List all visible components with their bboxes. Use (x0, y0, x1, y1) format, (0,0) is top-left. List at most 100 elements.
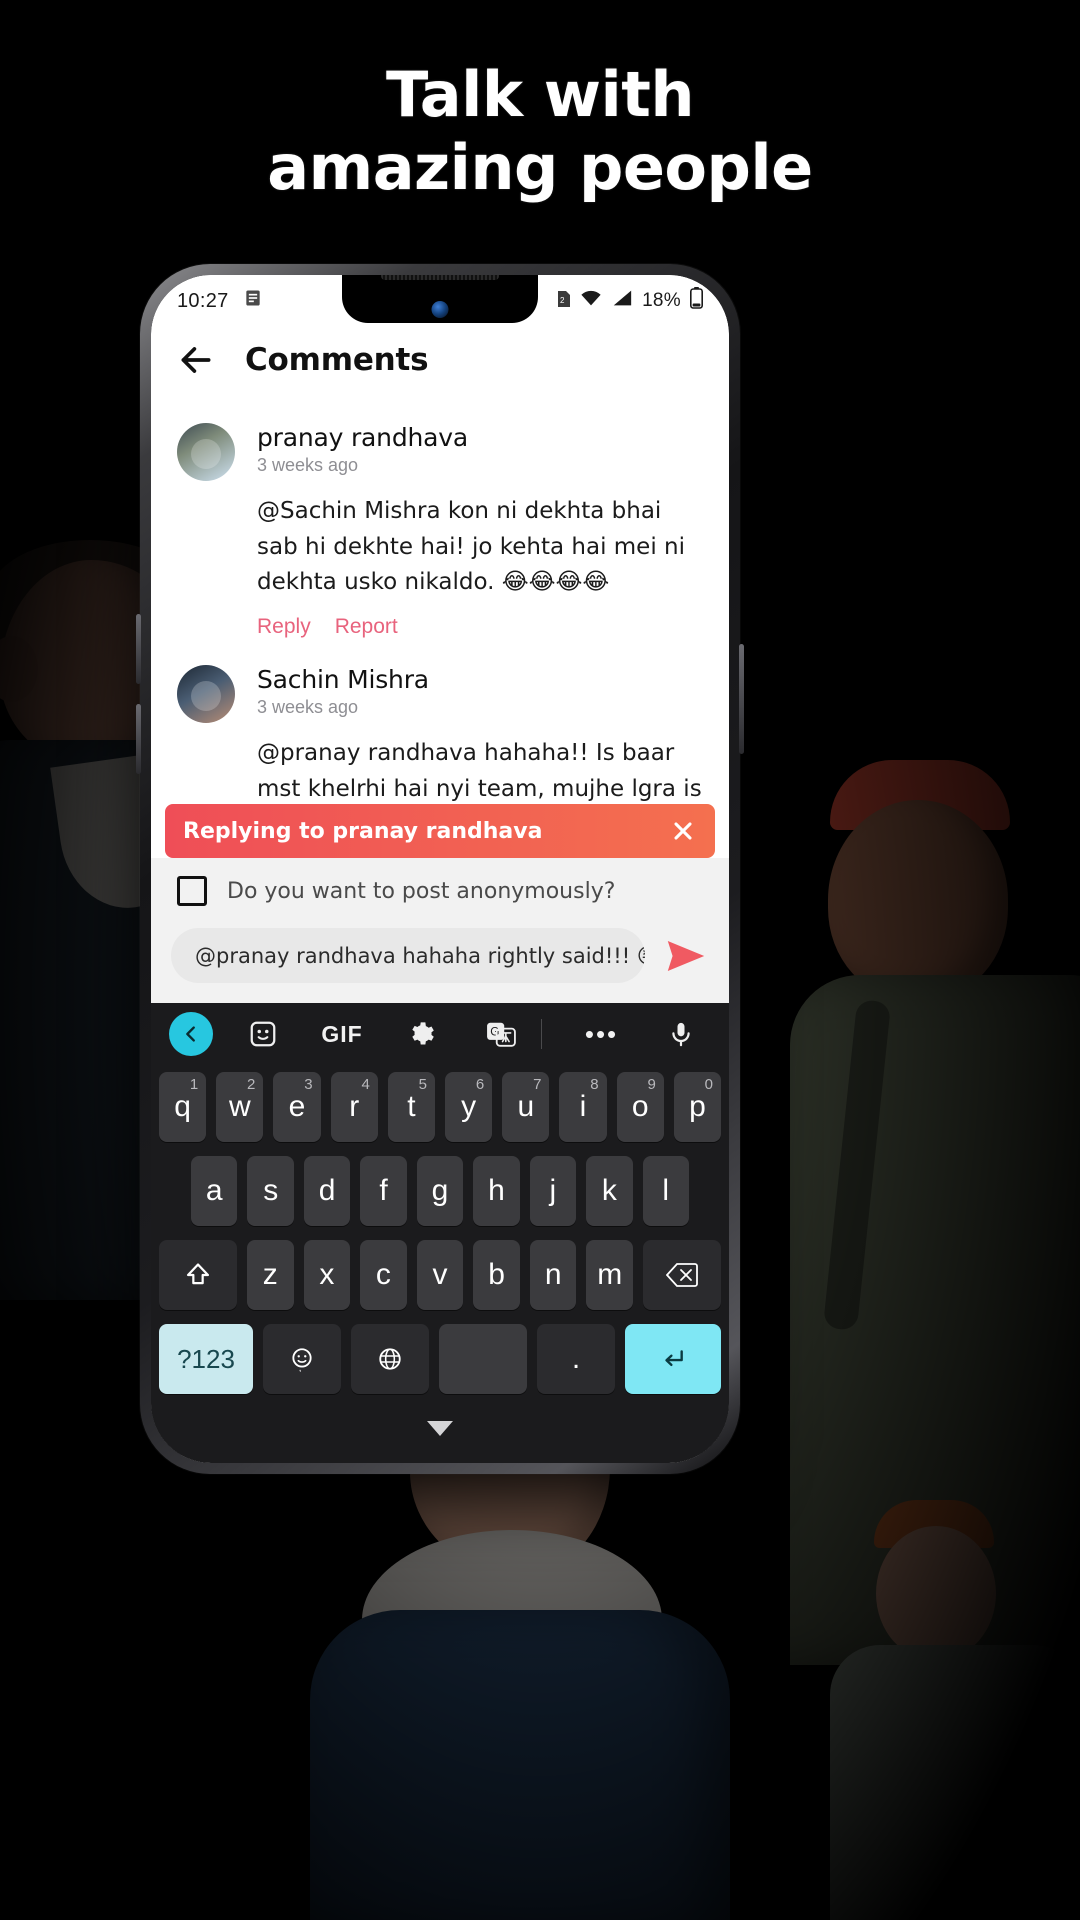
key-t-number: 5 (418, 1076, 427, 1093)
key-t-label: t (407, 1090, 416, 1123)
signal-icon (611, 289, 633, 313)
page-title: Comments (245, 342, 429, 378)
reply-link[interactable]: Reply (257, 615, 311, 639)
microphone-icon[interactable] (651, 1012, 711, 1056)
key-p-number: 0 (704, 1076, 714, 1093)
close-icon[interactable] (669, 817, 697, 845)
keyboard-row-2: a s d f g h j k l (151, 1149, 729, 1233)
app-screen: 10:27 2 18% Comments pranay randhava 3 w… (151, 275, 729, 1463)
anonymous-row: Do you want to post anonymously? (151, 858, 729, 920)
key-t[interactable]: 5t (387, 1072, 435, 1142)
key-q[interactable]: 1q (158, 1072, 207, 1142)
key-b[interactable]: b (473, 1240, 520, 1310)
key-g[interactable]: g (416, 1156, 464, 1226)
svg-text:,: , (299, 1363, 302, 1372)
comments-list[interactable]: pranay randhava 3 weeks ago @Sachin Mish… (151, 397, 729, 858)
volume-down-button[interactable] (136, 704, 141, 774)
note-icon (243, 288, 263, 314)
volume-up-button[interactable] (136, 614, 141, 684)
composer-row: @pranay randhava hahaha rightly said!!! … (151, 920, 729, 1003)
enter-key[interactable] (625, 1324, 721, 1394)
sim-icon: 2 (557, 288, 571, 314)
phone-mockup: 10:27 2 18% Comments pranay randhava 3 w… (136, 264, 744, 1474)
anonymous-checkbox[interactable] (177, 876, 207, 906)
language-key[interactable] (351, 1324, 429, 1394)
key-w-label: w (228, 1090, 251, 1123)
key-y-label: y (461, 1090, 477, 1123)
more-options-icon[interactable]: ••• (572, 1012, 632, 1056)
power-button[interactable] (739, 644, 744, 754)
comment-author[interactable]: pranay randhava (257, 423, 703, 452)
backspace-key[interactable] (643, 1240, 722, 1310)
translate-icon[interactable]: G (471, 1012, 531, 1056)
key-z[interactable]: z (246, 1240, 294, 1310)
key-o-label: o (631, 1090, 649, 1123)
keyboard-row-1: 1q 2w 3e 4r 5t 6y 7u 8i 9o 0p (151, 1065, 729, 1149)
key-r-number: 4 (361, 1076, 370, 1093)
svg-text:2: 2 (560, 296, 565, 305)
comment-input[interactable]: @pranay randhava hahaha rightly said!!! … (171, 928, 645, 983)
symbols-key[interactable]: ?123 (159, 1324, 253, 1394)
shift-key[interactable] (158, 1240, 237, 1310)
key-h[interactable]: h (473, 1156, 520, 1226)
key-i-label: i (579, 1090, 587, 1123)
key-p[interactable]: 0p (673, 1072, 722, 1142)
key-u[interactable]: 7u (502, 1072, 550, 1142)
key-i-number: 8 (590, 1076, 599, 1093)
key-o-number: 9 (647, 1076, 656, 1093)
key-f[interactable]: f (360, 1156, 407, 1226)
svg-text:G: G (490, 1026, 499, 1039)
android-keyboard: GIF G ••• 1 q 2 w 3 e 4 r 5 t 6 y 7 u 8 … (151, 1003, 729, 1463)
period-key[interactable]: . (537, 1324, 615, 1394)
settings-gear-icon[interactable] (392, 1012, 452, 1056)
comment-actions: Reply Report (257, 615, 703, 639)
key-p-label: p (689, 1090, 706, 1123)
battery-percent: 18% (642, 290, 681, 311)
key-j[interactable]: j (529, 1156, 577, 1226)
report-link[interactable]: Report (335, 615, 398, 639)
key-r[interactable]: 4r (330, 1072, 378, 1142)
send-icon[interactable] (663, 933, 709, 979)
key-e[interactable]: 3e (273, 1072, 321, 1142)
comment-timestamp: 3 weeks ago (257, 696, 359, 717)
front-camera (431, 301, 449, 318)
nav-back-icon[interactable] (427, 1420, 453, 1436)
sticker-icon[interactable] (233, 1012, 293, 1056)
key-y[interactable]: 6y (445, 1072, 493, 1142)
key-o[interactable]: 9o (616, 1072, 664, 1142)
key-c[interactable]: c (360, 1240, 407, 1310)
key-i[interactable]: 8i (559, 1072, 607, 1142)
key-w[interactable]: 2w (216, 1072, 264, 1142)
key-u-number: 7 (533, 1076, 542, 1093)
battery-icon (690, 287, 703, 315)
avatar[interactable] (177, 423, 235, 481)
keyboard-row-3: z x c v b n m (151, 1233, 729, 1317)
comment-author[interactable]: Sachin Mishra (257, 665, 703, 694)
key-x[interactable]: x (303, 1240, 351, 1310)
key-v[interactable]: v (416, 1240, 464, 1310)
headline-line-2: amazing people (267, 131, 813, 205)
back-arrow-icon[interactable] (177, 341, 215, 379)
phone-screen-bezel: 10:27 2 18% Comments pranay randhava 3 w… (151, 275, 729, 1463)
key-w-number: 2 (247, 1076, 256, 1093)
key-l[interactable]: l (642, 1156, 689, 1226)
status-time: 10:27 (177, 289, 229, 312)
emoji-key[interactable]: , (263, 1324, 341, 1394)
key-s[interactable]: s (247, 1156, 294, 1226)
key-d[interactable]: d (303, 1156, 351, 1226)
gif-icon[interactable]: GIF (312, 1012, 372, 1056)
system-nav-bar (151, 1401, 729, 1455)
key-y-number: 6 (475, 1076, 485, 1093)
key-k[interactable]: k (586, 1156, 633, 1226)
reply-banner: Replying to pranay randhava (165, 804, 715, 858)
avatar[interactable] (177, 664, 235, 723)
key-n[interactable]: n (529, 1240, 577, 1310)
key-a[interactable]: a (191, 1156, 238, 1226)
back-chip-icon[interactable] (169, 1012, 213, 1056)
comment-body: pranay randhava 3 weeks ago @Sachin Mish… (257, 423, 703, 639)
key-m[interactable]: m (586, 1240, 634, 1310)
key-e-number: 3 (304, 1076, 313, 1093)
key-u-label: u (517, 1090, 535, 1123)
space-key[interactable] (439, 1324, 527, 1394)
comment-text: @Sachin Mishra kon ni dekhta bhai sab hi… (257, 498, 686, 596)
